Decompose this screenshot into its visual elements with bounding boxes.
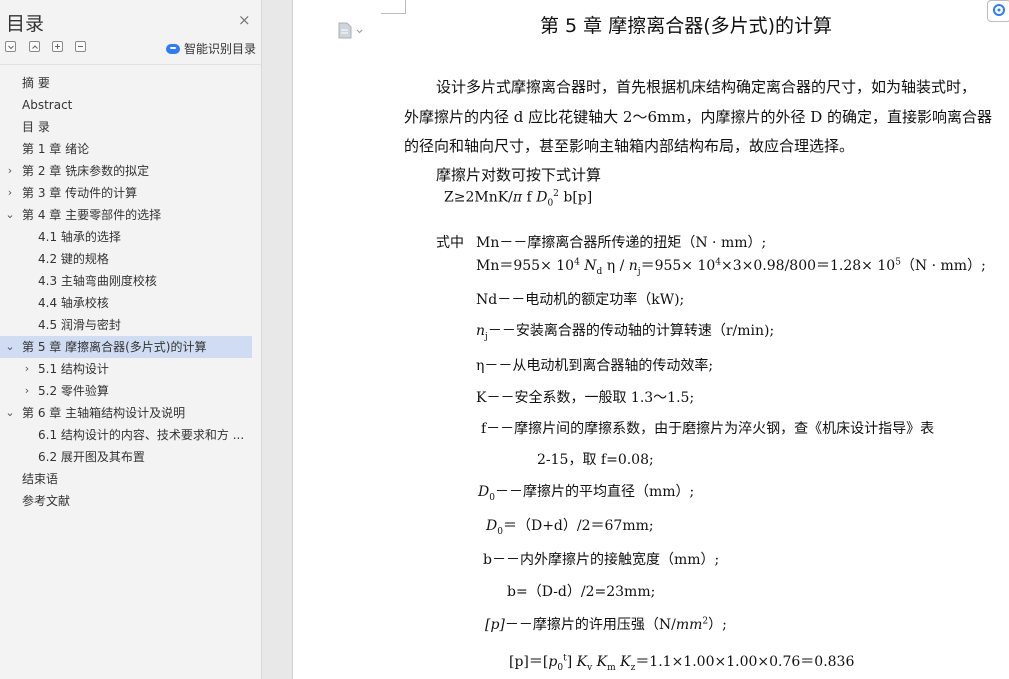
toc-item-label: 4.1 轴承的选择: [38, 230, 121, 244]
sidebar-title: 目录: [6, 13, 45, 35]
toc-item-label: 参考文献: [22, 494, 71, 508]
toc-item[interactable]: Abstract: [0, 94, 261, 116]
location-icon: [993, 4, 1005, 16]
toc-item[interactable]: 4.1 轴承的选择: [0, 226, 261, 248]
toc-item-label: 5.1 结构设计: [38, 362, 109, 376]
paragraph-line: 外摩擦片的内径 d 应比花键轴大 2～6mm，内摩擦片的外径 D 的确定，直接影…: [404, 108, 993, 126]
toc-item[interactable]: 4.5 润滑与密封: [0, 314, 261, 336]
document-menu-icon[interactable]: [337, 22, 367, 44]
mn-definition: Mn－－摩擦离合器所传递的扭矩（N · mm）;: [476, 235, 767, 251]
toc-list: 摘 要 Abstract 目 录第 1 章 绪论 › 第 2 章 铣床参数的拟定 › 第 3…: [0, 72, 261, 512]
toc-item-label: 第 1 章 绪论: [22, 142, 90, 156]
toc-item-label: 第 6 章 主轴箱结构设计及说明: [22, 406, 186, 420]
toc-item[interactable]: ⌄ 第 6 章 主轴箱结构设计及说明: [0, 402, 261, 424]
f-definition: f－－摩擦片间的摩擦系数，由于磨擦片为淬火钢，查《机床设计指导》表: [481, 421, 935, 437]
eta-definition: η－－从电动机到离合器轴的传动效率;: [476, 358, 714, 374]
p-calculation: [p]＝[p0t] Kv Km Kz＝1.1×1.00×1.00×0.76＝0.…: [509, 653, 855, 673]
toc-item-label: 目 录: [22, 120, 50, 134]
chevron-right-icon[interactable]: ›: [22, 380, 32, 402]
sidebar-divider: [0, 64, 261, 65]
chapter-title: 第 5 章 摩擦离合器(多片式)的计算: [540, 15, 833, 37]
remove-heading-icon[interactable]: [75, 41, 86, 52]
formula-intro: 摩擦片对数可按下式计算: [436, 166, 602, 184]
toc-item[interactable]: 6.2 展开图及其布置: [0, 446, 261, 468]
toc-item-label: 5.2 零件验算: [38, 384, 109, 398]
toc-item-label: 第 3 章 传动件的计算: [22, 186, 138, 200]
k-definition: K－－安全系数，一般取 1.3～1.5;: [476, 390, 695, 406]
page-corner-mark: [381, 0, 406, 14]
toc-item[interactable]: ⌄ 第 4 章 主要零部件的选择: [0, 204, 261, 226]
chevron-down-icon[interactable]: ⌄: [5, 336, 15, 358]
toc-item[interactable]: › 第 2 章 铣床参数的拟定: [0, 160, 261, 182]
chevron-right-icon[interactable]: ›: [22, 358, 32, 380]
b-calculation: b=（D-d）/2=23mm;: [507, 584, 656, 600]
toc-item[interactable]: 参考文献: [0, 490, 261, 512]
smart-toc-label: 智能识别目录: [184, 42, 257, 56]
toc-sidebar: 目录 × 智能识别目录 摘 要 Abstract 目 录第 1 章 绪论 › 第 2 章…: [0, 0, 262, 679]
close-icon[interactable]: ×: [238, 11, 251, 29]
toc-item[interactable]: 结束语: [0, 468, 261, 490]
toc-item-label: Abstract: [22, 98, 73, 112]
chevron-right-icon[interactable]: ›: [5, 160, 15, 182]
f-definition-cont: 2-15，取 f=0.08;: [537, 452, 654, 468]
paragraph-line: 设计多片式摩擦离合器时，首先根据机床结构确定离合器的尺寸，如为轴装式时，: [436, 78, 977, 96]
toc-item-label: 6.1 结构设计的内容、技术要求和方 ...: [38, 428, 245, 442]
toc-item[interactable]: 目 录: [0, 116, 261, 138]
toc-item-label: 6.2 展开图及其布置: [38, 450, 145, 464]
toc-item[interactable]: › 第 3 章 传动件的计算: [0, 182, 261, 204]
collapse-all-icon[interactable]: [5, 41, 16, 52]
formula-z: Z≥2MnK/π f D02 b[p]: [444, 189, 593, 209]
smart-toc-button[interactable]: 智能识别目录: [166, 40, 256, 57]
toc-item-label: 第 4 章 主要零部件的选择: [22, 208, 162, 222]
where-label: 式中: [436, 235, 464, 251]
toc-item[interactable]: 第 1 章 绪论: [0, 138, 261, 160]
toc-item-label: 第 5 章 摩擦离合器(多片式)的计算: [22, 340, 207, 354]
toc-item[interactable]: 4.2 键的规格: [0, 248, 261, 270]
toc-item-label: 4.5 润滑与密封: [38, 318, 121, 332]
toc-item[interactable]: ⌄ 第 5 章 摩擦离合器(多片式)的计算: [0, 336, 252, 358]
mn-calculation: Mn＝955× 104 Nd η / nj＝955× 104×3×0.98/80…: [476, 257, 986, 277]
toc-item[interactable]: › 5.1 结构设计: [0, 358, 261, 380]
toc-item[interactable]: 4.3 主轴弯曲刚度校核: [0, 270, 261, 292]
toc-item-label: 4.4 轴承校核: [38, 296, 109, 310]
d0-calculation: D0＝（D+d）/2＝67mm;: [486, 518, 654, 537]
toc-item-label: 4.3 主轴弯曲刚度校核: [38, 274, 157, 288]
chevron-right-icon[interactable]: ›: [5, 182, 15, 204]
p-definition: [p]－－摩擦片的许用压强（N/mm2）;: [485, 616, 727, 633]
nd-definition: Nd－－电动机的额定功率（kW);: [476, 292, 685, 308]
toc-item-label: 结束语: [22, 472, 59, 486]
toc-item[interactable]: 摘 要: [0, 72, 261, 94]
toc-item-label: 摘 要: [22, 76, 50, 90]
expand-up-icon[interactable]: [29, 41, 40, 52]
toc-item[interactable]: 6.1 结构设计的内容、技术要求和方 ...: [0, 424, 261, 446]
chevron-down-icon[interactable]: ⌄: [5, 402, 15, 424]
toc-item[interactable]: 4.4 轴承校核: [0, 292, 261, 314]
d0-definition: D0－－摩擦片的平均直径（mm）;: [478, 484, 695, 503]
toc-item[interactable]: › 5.2 零件验算: [0, 380, 261, 402]
chevron-down-icon[interactable]: ⌄: [5, 204, 15, 226]
floating-tool-button[interactable]: [987, 0, 1009, 22]
add-heading-icon[interactable]: [52, 41, 63, 52]
b-definition: b－－内外摩擦片的接触宽度（mm）;: [483, 552, 720, 568]
nj-definition: nj－－安装离合器的传动轴的计算转速（r/min);: [476, 323, 775, 342]
toc-item-label: 4.2 键的规格: [38, 252, 109, 266]
paragraph-line: 的径向和轴向尺寸，甚至影响主轴箱内部结构布局，故应合理选择。: [404, 137, 855, 155]
smart-cloud-icon: [166, 44, 180, 54]
toc-item-label: 第 2 章 铣床参数的拟定: [22, 164, 150, 178]
